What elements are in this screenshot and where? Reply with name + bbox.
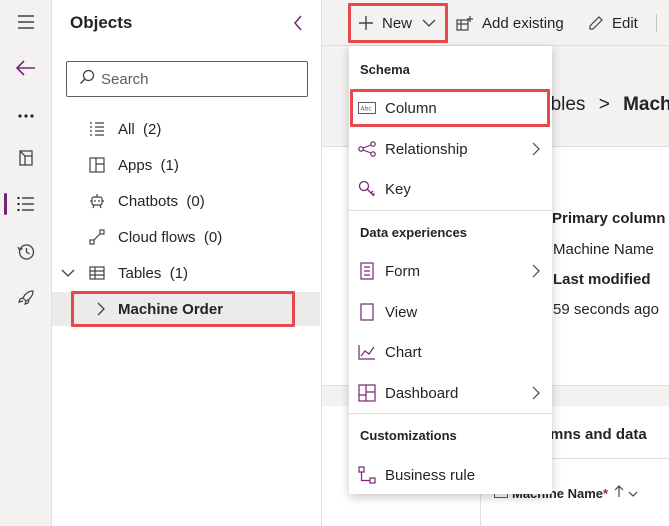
view-icon [357, 302, 377, 322]
columns-section-title: mns and data [550, 426, 647, 443]
tree-item-cloud-flows[interactable]: Cloud flows (0) [52, 220, 320, 254]
menu-section-data-experiences: Data experiences [360, 225, 467, 240]
menu-item-label: Chart [385, 343, 422, 361]
add-existing-label: Add existing [482, 14, 564, 32]
tree-item-count: (1) [160, 156, 179, 174]
panel-title: Objects [70, 13, 133, 32]
tree-item-label: Tables [118, 264, 162, 282]
tree-item-label: Cloud flows [118, 228, 196, 246]
tree-item-chatbots[interactable]: Chatbots (0) [52, 184, 320, 218]
menu-item-business-rule[interactable]: Business rule [349, 456, 552, 494]
tree-item-tables[interactable]: Tables (1) [52, 256, 320, 290]
relationship-icon [357, 139, 377, 159]
primary-column-value: Machine Name [553, 241, 654, 258]
chevron-down-icon [422, 15, 436, 32]
list-tree-icon[interactable] [0, 184, 52, 224]
search-icon [79, 69, 95, 90]
tree-item-label: All [118, 120, 135, 138]
objects-panel: Objects All (2) Apps (1) Chatbots (0) Cl… [52, 0, 322, 526]
rocket-icon[interactable] [0, 278, 52, 318]
last-modified-label: Last modified [553, 271, 651, 288]
menu-item-label: Dashboard [385, 384, 459, 402]
bot-icon [86, 190, 108, 212]
toolbar-divider [656, 14, 657, 32]
new-dropdown-menu: Schema Abc Column Relationship Key Data … [349, 46, 552, 494]
list-icon [86, 118, 108, 140]
chevron-right-icon[interactable] [90, 298, 112, 320]
menu-item-chart[interactable]: Chart [349, 333, 552, 371]
hamburger-icon[interactable] [0, 2, 52, 42]
edit-label: Edit [612, 14, 638, 32]
menu-item-label: View [385, 303, 418, 321]
tree-item-count: (0) [186, 192, 205, 210]
new-button[interactable]: New [358, 0, 436, 46]
menu-item-view[interactable]: View [349, 293, 552, 331]
svg-text:Abc: Abc [361, 106, 372, 113]
sort-ascending-icon[interactable] [614, 485, 624, 501]
menu-item-label: Column [385, 99, 437, 117]
apps-icon [86, 154, 108, 176]
flow-icon [86, 226, 108, 248]
menu-item-dashboard[interactable]: Dashboard [349, 374, 552, 412]
history-icon[interactable] [0, 232, 52, 272]
key-icon [357, 179, 377, 199]
pencil-icon [588, 15, 604, 31]
form-icon [357, 261, 377, 281]
tree-item-all[interactable]: All (2) [52, 112, 320, 146]
back-arrow-icon[interactable] [0, 48, 52, 88]
primary-column-label: Primary column [552, 210, 666, 227]
menu-section-schema: Schema [360, 62, 410, 77]
add-existing-button[interactable]: Add existing [456, 0, 564, 46]
breadcrumb-separator: > [598, 94, 610, 115]
divider [480, 494, 481, 526]
menu-separator [349, 210, 552, 211]
chart-icon [357, 342, 377, 362]
menu-item-form[interactable]: Form [349, 252, 552, 290]
add-existing-icon [456, 15, 474, 31]
search-box[interactable] [66, 61, 308, 97]
tree-item-label: Chatbots [118, 192, 179, 210]
tree-item-machine-order[interactable]: Machine Order [52, 292, 320, 326]
breadcrumb: ables > Mach [540, 94, 669, 116]
more-icon[interactable] [0, 96, 52, 136]
tree-item-label: Machine Order [118, 300, 224, 318]
plus-icon [358, 15, 374, 31]
chevron-right-icon [529, 386, 543, 400]
chevron-down-icon[interactable] [60, 265, 76, 281]
dashboard-icon [357, 383, 377, 403]
tree-item-label: Apps [118, 156, 153, 174]
menu-item-relationship[interactable]: Relationship [349, 130, 552, 168]
menu-item-column[interactable]: Abc Column [349, 89, 552, 127]
menu-item-label: Form [385, 262, 420, 280]
breadcrumb-current: Mach [623, 94, 669, 115]
menu-item-label: Key [385, 180, 411, 198]
left-nav-rail [0, 0, 52, 526]
text-column-icon: Abc [357, 98, 377, 118]
edit-button[interactable]: Edit [588, 0, 638, 46]
menu-separator [349, 413, 552, 414]
tree-item-apps[interactable]: Apps (1) [52, 148, 320, 182]
menu-section-customizations: Customizations [360, 428, 457, 443]
chevron-right-icon [529, 142, 543, 156]
required-mark: * [603, 485, 609, 501]
table-icon [86, 262, 108, 284]
search-input[interactable] [101, 70, 291, 88]
last-modified-value: 59 seconds ago [553, 301, 659, 318]
new-button-label: New [382, 14, 413, 32]
tree-item-count: (1) [169, 264, 189, 282]
command-bar: New Add existing Edit [322, 0, 669, 46]
menu-item-key[interactable]: Key [349, 170, 552, 208]
business-rule-icon [357, 465, 377, 485]
menu-item-label: Relationship [385, 140, 468, 158]
tree-item-count: (0) [203, 228, 223, 246]
collapse-panel-icon[interactable] [288, 12, 308, 34]
chevron-right-icon [529, 264, 543, 278]
book-icon[interactable] [0, 138, 52, 178]
menu-item-label: Business rule [385, 466, 476, 484]
chevron-down-icon[interactable] [628, 486, 638, 501]
tree-item-count: (2) [143, 120, 162, 138]
